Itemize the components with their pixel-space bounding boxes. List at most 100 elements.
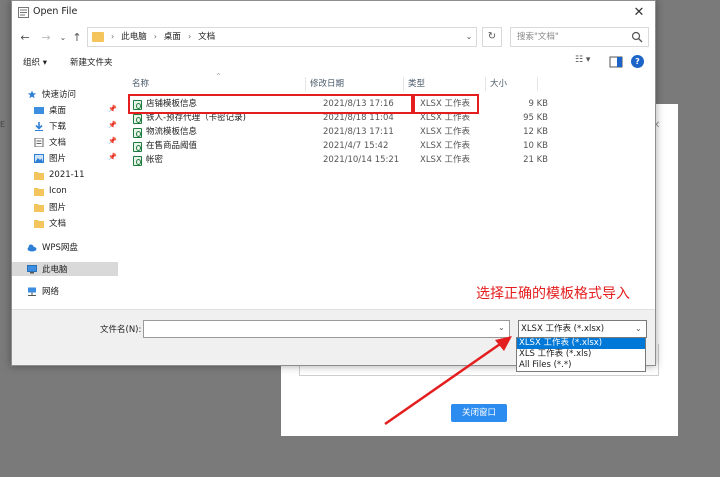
pin-icon: 📌 bbox=[108, 121, 117, 129]
sidebar-item-quick-access[interactable]: 快速访问 bbox=[12, 87, 118, 101]
forward-arrow-icon[interactable]: → bbox=[39, 31, 53, 45]
sidebar-item-label: 图片 bbox=[49, 203, 67, 213]
file-size: 9 KB bbox=[528, 99, 548, 109]
view-options-icon[interactable]: ☷ ▾ bbox=[575, 55, 599, 69]
window-app-icon bbox=[18, 7, 29, 18]
sidebar-item-2021-11[interactable]: 2021-11 bbox=[12, 168, 118, 182]
sidebar-item-label: Icon bbox=[49, 186, 67, 196]
star-icon bbox=[27, 89, 37, 98]
organize-button[interactable]: 组织 ▾ bbox=[23, 56, 47, 68]
sidebar-item-documents-folder[interactable]: 文档 bbox=[12, 216, 118, 230]
address-bar[interactable]: › 此电脑 › 桌面 › 文档 ⌄ bbox=[87, 27, 477, 47]
close-icon[interactable]: ✕ bbox=[630, 4, 648, 22]
file-name: 在售商品阈值 bbox=[146, 141, 198, 151]
file-name-input[interactable]: ⌄ bbox=[143, 320, 510, 338]
sidebar-item-pictures[interactable]: 图片 bbox=[12, 151, 118, 165]
column-header-date[interactable]: 修改日期 bbox=[306, 77, 404, 91]
search-input[interactable]: 搜索"文档" bbox=[510, 27, 649, 47]
pin-icon: 📌 bbox=[108, 153, 117, 161]
preview-pane-icon[interactable] bbox=[609, 55, 623, 69]
sidebar-item-label: 图片 bbox=[49, 154, 67, 164]
chevron-down-icon[interactable]: ⌄ bbox=[498, 323, 505, 332]
sidebar-item-label: 文档 bbox=[49, 219, 67, 229]
file-type: XLSX 工作表 bbox=[420, 155, 470, 165]
instruction-annotation: 选择正确的模板格式导入 bbox=[476, 286, 630, 302]
file-type-selected: XLSX 工作表 (*.xlsx) bbox=[521, 324, 605, 334]
search-placeholder: 搜索"文档" bbox=[517, 32, 559, 42]
breadcrumb: › 此电脑 › 桌面 › 文档 bbox=[108, 28, 215, 46]
excel-file-icon bbox=[133, 114, 142, 124]
column-header-name[interactable]: 名称 bbox=[128, 77, 306, 91]
breadcrumb-separator: › bbox=[187, 32, 192, 41]
network-icon bbox=[28, 287, 36, 296]
file-date: 2021/10/14 15:21 bbox=[323, 155, 400, 165]
sidebar-item-label: 下载 bbox=[49, 122, 67, 132]
sidebar-item-documents[interactable]: 文档 bbox=[12, 135, 118, 149]
breadcrumb-separator: › bbox=[153, 32, 157, 41]
sidebar-item-downloads[interactable]: 下载 bbox=[12, 119, 118, 133]
breadcrumb-item[interactable]: 此电脑 bbox=[121, 28, 147, 46]
new-folder-button[interactable]: 新建文件夹 bbox=[70, 56, 113, 68]
excel-file-icon bbox=[133, 156, 142, 166]
sidebar-item-desktop[interactable]: 桌面 bbox=[12, 103, 118, 117]
folder-icon bbox=[34, 203, 44, 212]
title-bar: Open File ✕ bbox=[12, 1, 655, 25]
file-size: 12 KB bbox=[523, 127, 548, 137]
highlight-box-file-name bbox=[128, 94, 415, 114]
navigation-pane: 快速访问 桌面 📌 下载 📌 文档 📌 图片 📌 2021-11 Icon 图片… bbox=[12, 79, 122, 307]
address-dropdown-chevron-icon[interactable]: ⌄ bbox=[463, 30, 475, 44]
computer-icon bbox=[27, 264, 37, 273]
sidebar-item-label: 此电脑 bbox=[42, 265, 68, 275]
cloud-icon bbox=[27, 244, 37, 251]
back-arrow-icon[interactable]: ← bbox=[18, 31, 32, 45]
file-name-label: 文件名(N): bbox=[100, 325, 142, 335]
file-type-option[interactable]: XLSX 工作表 (*.xlsx) bbox=[517, 338, 645, 349]
sidebar-item-label: 桌面 bbox=[49, 106, 67, 116]
file-row[interactable]: 帐密 2021/10/14 15:21 XLSX 工作表 21 KB bbox=[128, 154, 548, 167]
refresh-icon[interactable]: ↻ bbox=[482, 27, 502, 47]
sidebar-item-wps-cloud[interactable]: WPS网盘 bbox=[12, 240, 118, 254]
documents-icon bbox=[34, 137, 44, 147]
column-header-size[interactable]: 大小 bbox=[486, 77, 538, 91]
column-header-type[interactable]: 类型 bbox=[404, 77, 486, 91]
folder-icon bbox=[92, 32, 104, 42]
sidebar-item-pictures-folder[interactable]: 图片 bbox=[12, 200, 118, 214]
file-date: 2021/8/13 17:11 bbox=[323, 127, 394, 137]
chevron-down-icon[interactable]: ⌄ bbox=[635, 321, 642, 337]
file-type-option[interactable]: XLS 工作表 (*.xls) bbox=[517, 349, 645, 360]
file-type-select[interactable]: XLSX 工作表 (*.xlsx) ⌄ bbox=[518, 320, 647, 338]
file-list-header: ^ 名称 修改日期 类型 大小 bbox=[128, 73, 538, 91]
search-icon[interactable] bbox=[631, 31, 643, 43]
desktop-folder-icon bbox=[34, 106, 44, 114]
file-type-dropdown-list: XLSX 工作表 (*.xlsx) XLS 工作表 (*.xls) All Fi… bbox=[516, 337, 646, 372]
sidebar-item-label: 快速访问 bbox=[42, 90, 77, 100]
file-size: 10 KB bbox=[523, 141, 548, 151]
pictures-icon bbox=[34, 153, 44, 163]
file-type: XLSX 工作表 bbox=[420, 127, 470, 137]
breadcrumb-item[interactable]: 文档 bbox=[198, 28, 215, 46]
folder-icon bbox=[34, 171, 44, 180]
file-name: 物流模板信息 bbox=[146, 127, 198, 137]
breadcrumb-item[interactable]: 桌面 bbox=[164, 28, 181, 46]
file-size: 95 KB bbox=[523, 113, 548, 123]
file-name: 帐密 bbox=[146, 155, 164, 165]
up-arrow-icon[interactable]: ↑ bbox=[70, 31, 84, 45]
open-file-dialog: Open File ✕ ← → ⌄ ↑ › 此电脑 › 桌面 › 文档 ⌄ ↻ … bbox=[11, 0, 656, 366]
recent-locations-chevron-icon[interactable]: ⌄ bbox=[56, 31, 70, 45]
pin-icon: 📌 bbox=[108, 137, 117, 145]
file-type: XLSX 工作表 bbox=[420, 141, 470, 151]
sidebar-item-network[interactable]: 网络 bbox=[12, 284, 118, 298]
folder-icon bbox=[34, 219, 44, 228]
close-window-button[interactable]: 关闭窗口 bbox=[451, 404, 507, 422]
file-type-option[interactable]: All Files (*.*) bbox=[517, 360, 645, 371]
file-row[interactable]: 在售商品阈值 2021/4/7 15:42 XLSX 工作表 10 KB bbox=[128, 140, 548, 153]
file-row[interactable]: 物流模板信息 2021/8/13 17:11 XLSX 工作表 12 KB bbox=[128, 126, 548, 139]
sidebar-item-this-pc[interactable]: 此电脑 bbox=[12, 262, 118, 276]
background-edge-text: E bbox=[0, 120, 6, 129]
sidebar-item-icon-folder[interactable]: Icon bbox=[12, 184, 118, 198]
command-toolbar: 组织 ▾ 新建文件夹 ☷ ▾ ? bbox=[12, 53, 655, 73]
file-size: 21 KB bbox=[523, 155, 548, 165]
sidebar-item-label: 2021-11 bbox=[49, 170, 85, 180]
help-icon[interactable]: ? bbox=[631, 55, 644, 68]
download-icon bbox=[35, 121, 43, 131]
